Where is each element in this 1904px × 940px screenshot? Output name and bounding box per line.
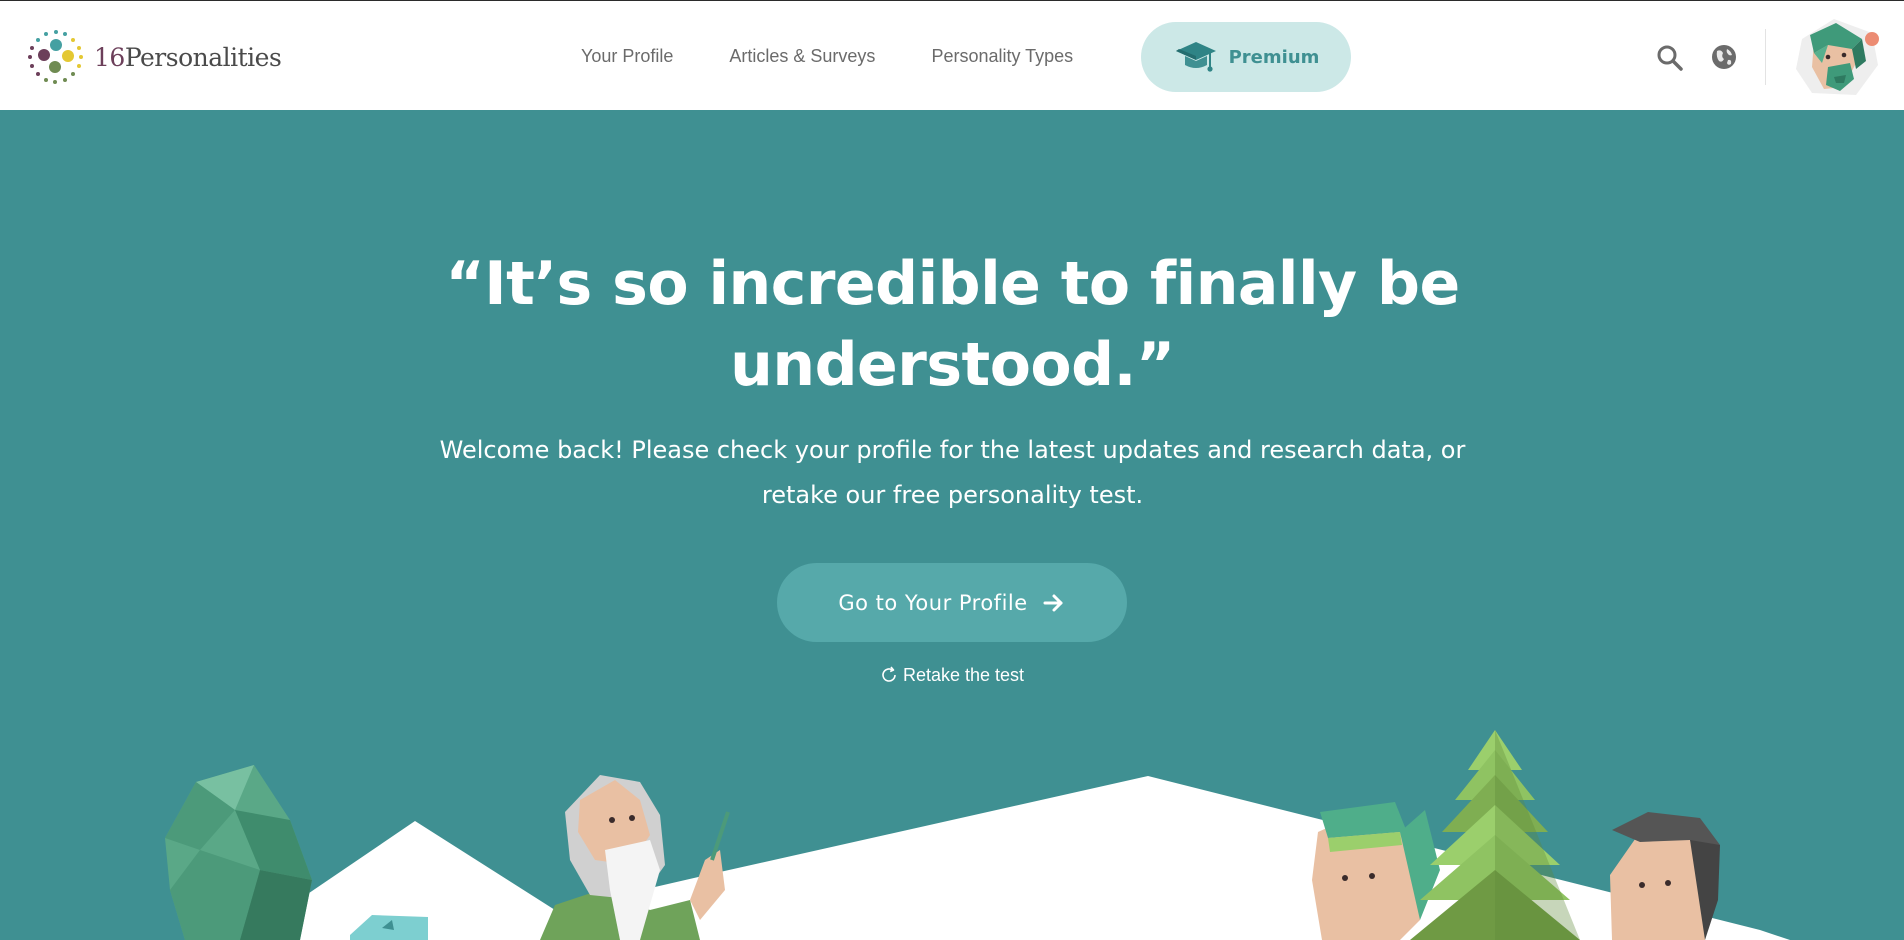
go-to-profile-label: Go to Your Profile (838, 590, 1028, 615)
user-avatar[interactable] (1794, 19, 1880, 95)
premium-label: Premium (1228, 46, 1320, 68)
graduation-cap-icon (1175, 42, 1216, 72)
main-nav: Your Profile Articles & Surveys Personal… (581, 1, 1129, 111)
refresh-icon (882, 666, 896, 682)
premium-button[interactable]: Premium (1141, 22, 1351, 92)
nav-your-profile[interactable]: Your Profile (581, 46, 673, 67)
header-divider (1765, 29, 1766, 85)
logo-name: Personalities (124, 42, 282, 72)
hero-headline: “It’s so incredible to finally be unders… (445, 249, 1460, 400)
logo-wordmark: 16Personalities (94, 42, 282, 72)
top-navigation-bar: 16Personalities Your Profile Articles & … (0, 0, 1904, 110)
wizard-character-illustration (540, 775, 730, 940)
logo-dots-icon (28, 30, 83, 84)
search-icon[interactable] (1656, 44, 1684, 72)
hero-subtitle: Welcome back! Please check your profile … (439, 436, 1466, 509)
go-to-profile-button[interactable]: Go to Your Profile (777, 563, 1127, 642)
retake-test-link[interactable]: Retake the test (876, 662, 1028, 688)
nav-personality-types[interactable]: Personality Types (931, 46, 1073, 67)
site-logo[interactable]: 16Personalities (28, 29, 282, 85)
notification-dot (1865, 32, 1879, 46)
tree-left-illustration (165, 765, 312, 940)
hero-illustration (165, 730, 1790, 940)
nav-articles-surveys[interactable]: Articles & Surveys (729, 46, 875, 67)
man-character-illustration (1610, 812, 1720, 940)
logo-number: 16 (94, 42, 125, 72)
retake-label: Retake the test (902, 664, 1025, 685)
globe-icon[interactable] (1711, 44, 1737, 70)
arrow-right-icon (1043, 594, 1063, 611)
